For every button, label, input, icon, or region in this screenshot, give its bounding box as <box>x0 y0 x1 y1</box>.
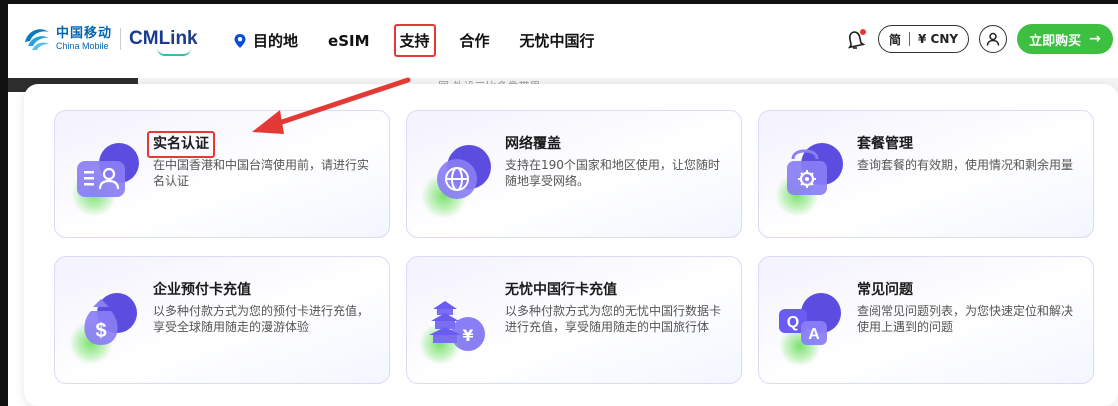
card-title: 常见问题 <box>857 282 913 298</box>
card-description: 以多种付款方式为您的预付卡进行充值，享受全球随用随走的漫游体验 <box>153 304 370 334</box>
support-dropdown-menu: 实名认证 在中国香港和中国台湾使用前，请进行实名认证 网络覆盖 支持在190个国… <box>24 84 1118 406</box>
switcher-divider <box>909 32 911 46</box>
svg-text:Q: Q <box>787 314 799 331</box>
id-card-icon <box>71 141 141 217</box>
card-title-text: 实名认证 <box>153 136 209 152</box>
buy-now-button[interactable]: 立即购买 → <box>1017 24 1113 54</box>
menu-card-network-coverage[interactable]: 网络覆盖 支持在190个国家和地区使用，让您随时随地享受网络。 <box>406 110 742 238</box>
cmlink-logo: CMLink <box>129 28 198 56</box>
nav-item-worry-free-china[interactable]: 无忧中国行 <box>520 30 595 51</box>
nav-label-esim: eSIM <box>328 31 370 50</box>
svg-text:A: A <box>808 326 820 343</box>
nav-label-destinations: 目的地 <box>253 32 299 50</box>
top-navigation-bar: 中国移动 China Mobile CMLink 目的地 eSIM 支持 合作 … <box>8 4 1118 78</box>
card-description: 以多种付款方式为您的无忧中国行数据卡进行充值，享受随用随走的中国旅行体 <box>505 304 722 334</box>
card-title: 套餐管理 <box>857 136 913 152</box>
notification-dot <box>860 29 866 35</box>
location-pin-icon <box>234 33 246 48</box>
user-icon <box>986 32 1000 46</box>
language-currency-switcher[interactable]: 简 ¥ CNY <box>878 25 970 53</box>
card-title: 无忧中国行卡充值 <box>505 282 617 298</box>
card-description: 支持在190个国家和地区使用，让您随时随地享受网络。 <box>505 158 720 188</box>
nav-label-worry-free-china: 无忧中国行 <box>519 32 595 50</box>
menu-card-faq[interactable]: Q A 常见问题 查阅常见问题列表，为您快速定位和解决使用上遇到的问题 <box>758 256 1094 384</box>
money-bag-icon: $ <box>69 287 141 365</box>
globe-icon <box>421 141 493 219</box>
currency-label: ¥ CNY <box>918 32 959 46</box>
cmlink-text: CMLink <box>129 28 198 49</box>
china-mobile-logo-icon <box>22 24 52 54</box>
qa-icon: Q A <box>775 287 845 367</box>
package-settings-icon <box>775 141 845 217</box>
card-title: 网络覆盖 <box>505 136 561 152</box>
svg-text:$: $ <box>95 320 106 342</box>
buy-now-label: 立即购买 <box>1029 33 1082 49</box>
menu-card-package-management[interactable]: 套餐管理 查询套餐的有效期，使用情况和剩余用量 <box>758 110 1094 238</box>
cmlink-arc-decoration <box>157 48 192 56</box>
pagoda-yuan-icon: ¥ <box>419 287 493 365</box>
nav-item-destinations[interactable]: 目的地 <box>233 30 298 51</box>
card-description: 查阅常见问题列表，为您快速定位和解决使用上遇到的问题 <box>857 304 1074 334</box>
svg-text:¥: ¥ <box>462 326 473 345</box>
card-title: 企业预付卡充值 <box>153 282 251 298</box>
arrow-right-icon: → <box>1089 31 1101 47</box>
logo-en-text: China Mobile <box>56 41 109 51</box>
menu-card-enterprise-prepaid-topup[interactable]: $ 企业预付卡充值 以多种付款方式为您的预付卡进行充值，享受全球随用随走的漫游体… <box>54 256 390 384</box>
nav-label-support: 支持 <box>399 32 430 50</box>
nav-item-esim[interactable]: eSIM <box>328 32 369 50</box>
china-mobile-wordmark: 中国移动 China Mobile <box>56 27 112 51</box>
logo[interactable]: 中国移动 China Mobile CMLink <box>22 24 198 56</box>
nav-item-cooperation[interactable]: 合作 <box>460 30 490 51</box>
card-description: 查询套餐的有效期，使用情况和剩余用量 <box>857 158 1074 172</box>
nav-item-support[interactable]: 支持 <box>393 24 436 57</box>
notification-bell-icon[interactable] <box>844 28 866 50</box>
language-label: 简 <box>889 32 902 47</box>
nav-label-cooperation: 合作 <box>459 32 490 50</box>
card-description: 在中国香港和中国台湾使用前，请进行实名认证 <box>153 158 370 188</box>
menu-card-worry-free-china-topup[interactable]: ¥ 无忧中国行卡充值 以多种付款方式为您的无忧中国行数据卡进行充值，享受随用随走… <box>406 256 742 384</box>
card-title: 实名认证 <box>153 133 209 153</box>
header-right-tools: 简 ¥ CNY 立即购买 → <box>844 24 1113 54</box>
user-account-button[interactable] <box>979 25 1008 53</box>
main-nav: 目的地 eSIM 支持 合作 无忧中国行 <box>233 24 625 57</box>
logo-cn-text: 中国移动 <box>56 26 113 41</box>
logo-divider <box>120 28 122 50</box>
menu-card-real-name-verification[interactable]: 实名认证 在中国香港和中国台湾使用前，请进行实名认证 <box>54 110 390 238</box>
